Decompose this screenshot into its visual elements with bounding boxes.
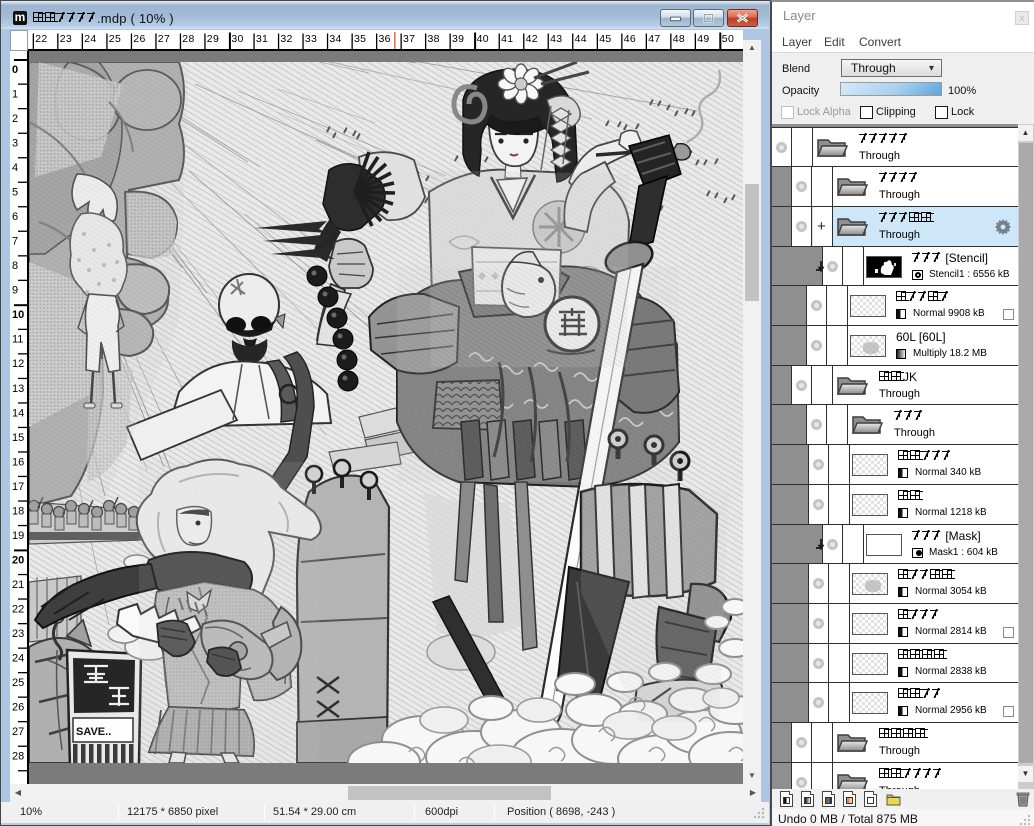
svg-text:37: 37 — [403, 33, 415, 45]
svg-text:9: 9 — [12, 285, 18, 297]
svg-text:23: 23 — [60, 33, 72, 45]
svg-text:17: 17 — [12, 481, 24, 493]
svg-text:44: 44 — [575, 33, 587, 45]
svg-text:48: 48 — [673, 33, 685, 45]
svg-text:49: 49 — [697, 33, 709, 45]
svg-text:18: 18 — [12, 505, 24, 517]
svg-text:21: 21 — [12, 579, 24, 591]
svg-text:13: 13 — [12, 383, 24, 395]
svg-text:43: 43 — [550, 33, 562, 45]
svg-text:28: 28 — [182, 33, 194, 45]
svg-text:14: 14 — [12, 407, 24, 419]
svg-text:27: 27 — [12, 726, 24, 738]
svg-text:20: 20 — [12, 554, 24, 566]
svg-text:38: 38 — [428, 33, 440, 45]
svg-text:34: 34 — [329, 33, 341, 45]
svg-text:26: 26 — [12, 702, 24, 714]
svg-text:19: 19 — [12, 530, 24, 542]
svg-text:2: 2 — [12, 113, 18, 125]
svg-text:40: 40 — [477, 33, 489, 45]
svg-text:22: 22 — [35, 33, 47, 45]
svg-text:6: 6 — [12, 211, 18, 223]
svg-text:1: 1 — [12, 89, 18, 101]
svg-text:27: 27 — [158, 33, 170, 45]
svg-text:5: 5 — [12, 187, 18, 199]
svg-text:7: 7 — [12, 236, 18, 248]
svg-text:42: 42 — [526, 33, 538, 45]
svg-text:3: 3 — [12, 138, 18, 150]
svg-text:12: 12 — [12, 358, 24, 370]
svg-text:22: 22 — [12, 603, 24, 615]
svg-text:30: 30 — [231, 33, 243, 45]
svg-text:11: 11 — [12, 334, 23, 346]
svg-text:26: 26 — [133, 33, 145, 45]
svg-text:25: 25 — [12, 677, 24, 689]
svg-text:31: 31 — [256, 33, 268, 45]
svg-text:33: 33 — [305, 33, 317, 45]
svg-text:10: 10 — [12, 309, 24, 321]
svg-text:SAVE..: SAVE.. — [76, 726, 111, 738]
svg-text:32: 32 — [280, 33, 292, 45]
svg-text:35: 35 — [354, 33, 366, 45]
svg-text:24: 24 — [12, 653, 24, 665]
svg-text:4: 4 — [12, 162, 18, 174]
svg-text:46: 46 — [624, 33, 636, 45]
svg-text:25: 25 — [109, 33, 121, 45]
svg-text:8: 8 — [12, 260, 18, 272]
svg-text:50: 50 — [722, 33, 734, 45]
svg-text:24: 24 — [84, 33, 96, 45]
svg-text:36: 36 — [379, 33, 391, 45]
svg-text:39: 39 — [452, 33, 464, 45]
svg-text:16: 16 — [12, 456, 24, 468]
svg-text:15: 15 — [12, 432, 24, 444]
svg-text:41: 41 — [501, 33, 513, 45]
svg-text:28: 28 — [12, 751, 24, 763]
svg-text:0: 0 — [12, 64, 18, 76]
svg-text:29: 29 — [207, 33, 219, 45]
svg-text:47: 47 — [648, 33, 660, 45]
svg-text:45: 45 — [599, 33, 611, 45]
svg-text:23: 23 — [12, 628, 24, 640]
